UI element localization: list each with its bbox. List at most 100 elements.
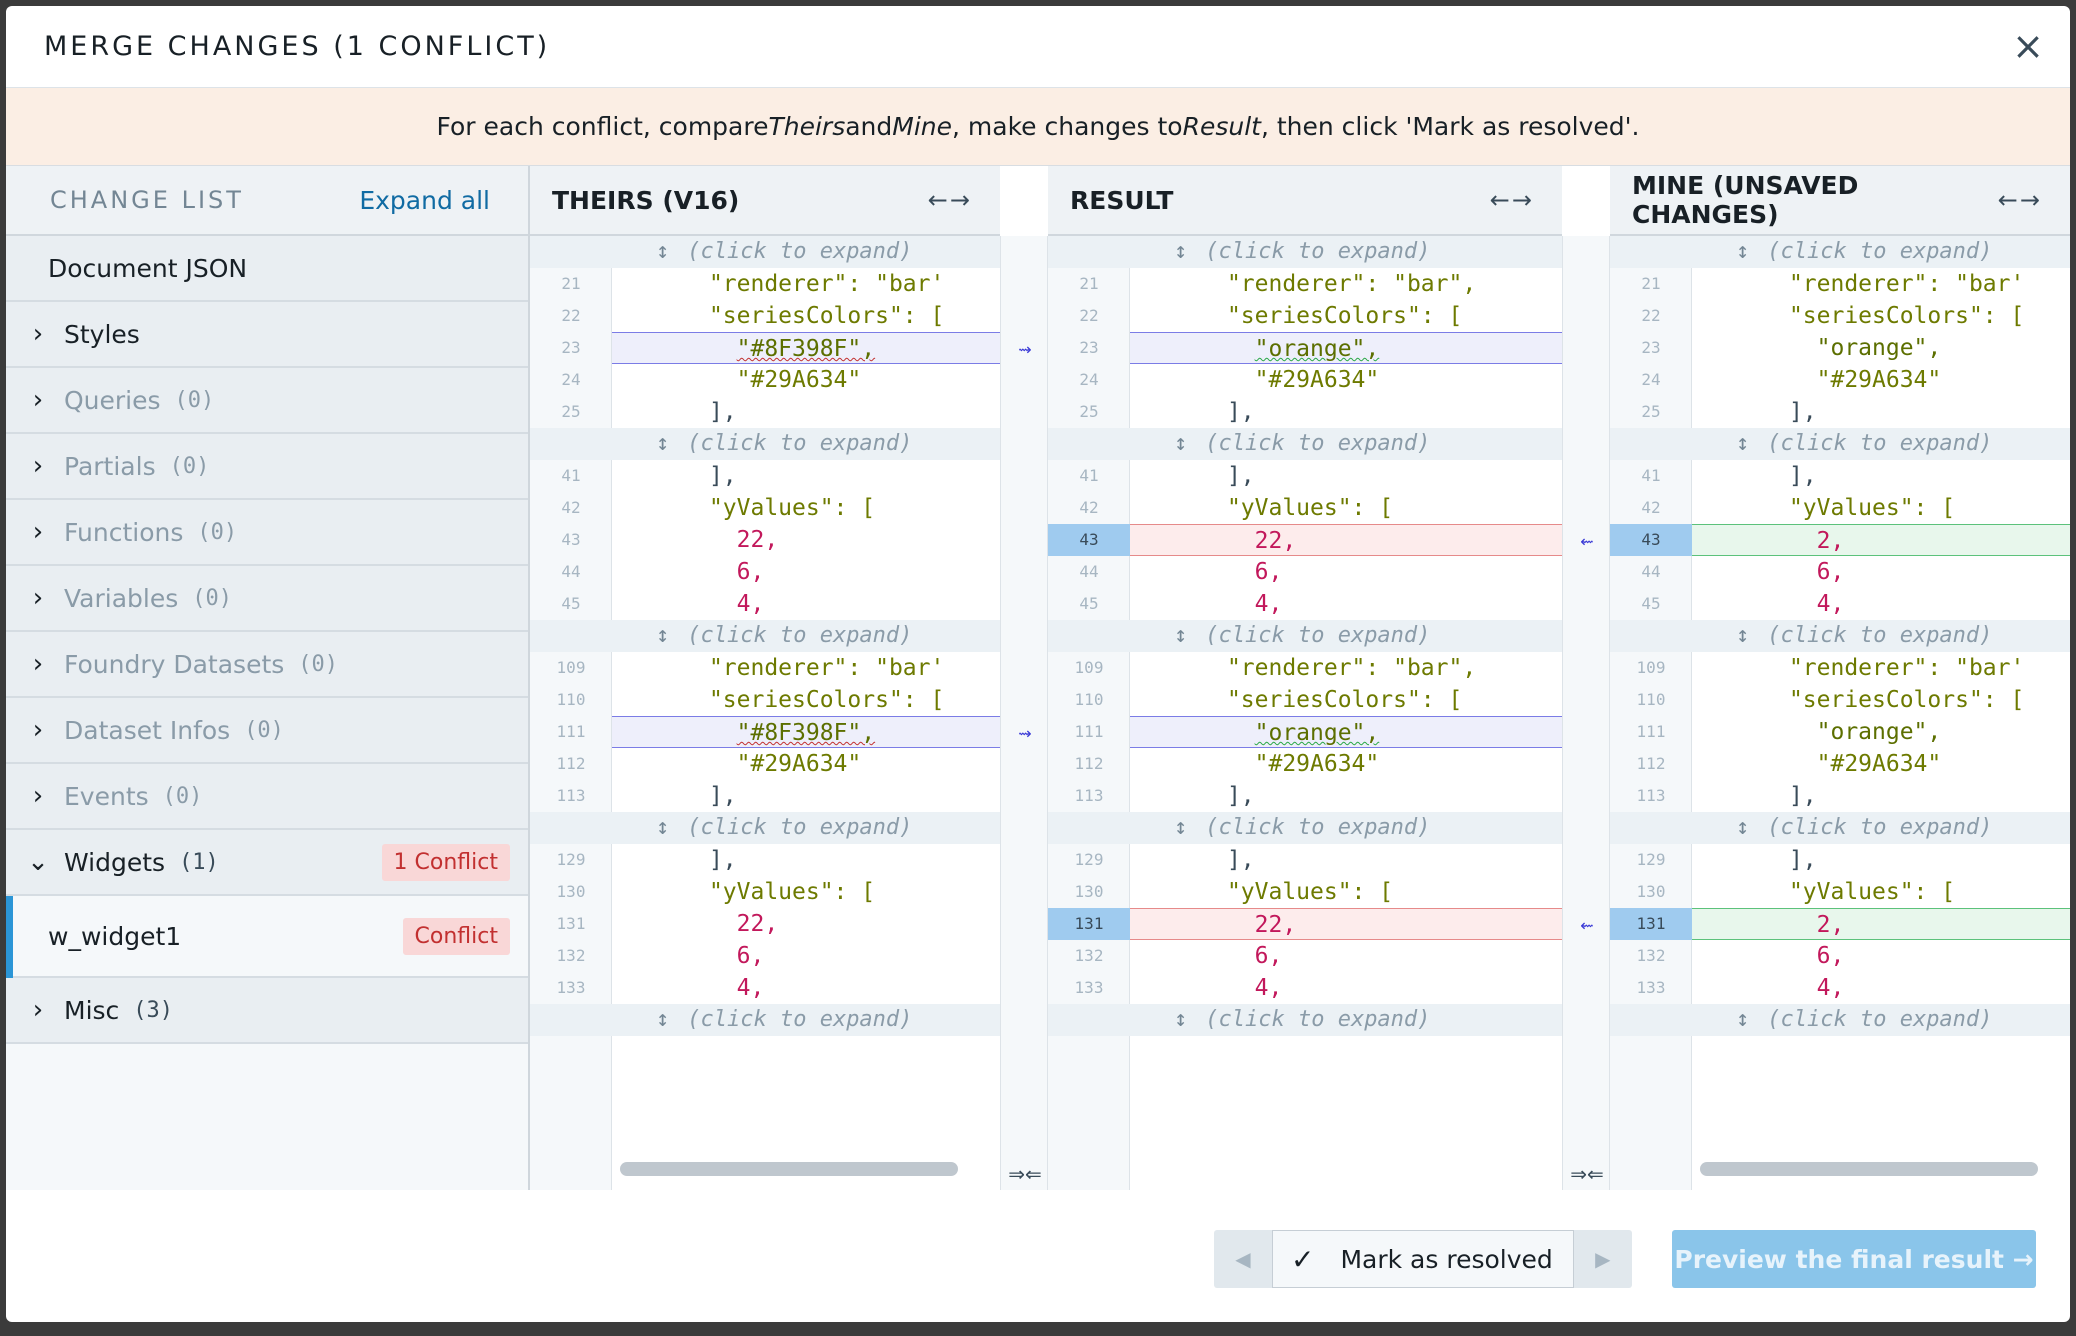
- sidebar-item-dataset-infos[interactable]: › Dataset Infos (0): [6, 698, 528, 764]
- line-number: 130: [1074, 882, 1104, 901]
- line-number: 42: [1641, 498, 1661, 517]
- click-to-expand-row[interactable]: ↕ (click to expand): [1130, 428, 1562, 460]
- sidebar-item-misc[interactable]: › Misc (3): [6, 978, 528, 1044]
- json-number: 2,: [1816, 912, 1845, 938]
- code-line: "renderer": "bar': [612, 268, 1000, 300]
- preview-final-result-button[interactable]: Preview the final result →: [1672, 1230, 2036, 1288]
- line-number: 129: [556, 850, 586, 869]
- change-list-title: CHANGE LIST: [50, 186, 244, 214]
- click-to-expand-row[interactable]: ↕ (click to expand): [612, 1004, 1000, 1036]
- apply-mine-icon[interactable]: ⇜: [1563, 532, 1611, 551]
- sidebar-item-label: w_widget1: [48, 921, 182, 951]
- apply-theirs-icon[interactable]: ⇝: [1001, 724, 1049, 743]
- json-bracket: ],: [1788, 463, 1817, 489]
- click-to-expand-row[interactable]: ↕ (click to expand): [1692, 1004, 2070, 1036]
- next-conflict-button[interactable]: ▶: [1574, 1230, 1632, 1288]
- code-line: "seriesColors": [: [1692, 684, 2070, 716]
- code-line: "yValues": [: [1692, 876, 2070, 908]
- chevron-right-icon: ›: [32, 781, 44, 811]
- line-number: 111: [1636, 722, 1666, 741]
- sidebar-item-count: (0): [192, 585, 232, 611]
- click-to-expand-row[interactable]: ↕ (click to expand): [612, 428, 1000, 460]
- sidebar-item-styles[interactable]: › Styles: [6, 302, 528, 368]
- theirs-scrollbar[interactable]: [620, 1162, 958, 1176]
- click-to-expand-row[interactable]: ↕ (click to expand): [1130, 1004, 1562, 1036]
- prev-conflict-button[interactable]: ◀: [1214, 1230, 1272, 1288]
- click-to-expand-row[interactable]: ↕ (click to expand): [612, 620, 1000, 652]
- expand-all-link[interactable]: Expand all: [359, 186, 490, 215]
- sidebar-item-widgets[interactable]: ⌄ Widgets (1) 1 Conflict: [6, 830, 528, 896]
- code-line: "renderer": "bar",: [1130, 652, 1562, 684]
- theirs-code[interactable]: "renderer": "bar' "seriesColors": [ "#8F…: [612, 236, 1000, 1190]
- sidebar-item-label: Partials: [64, 451, 156, 481]
- expand-gutter: [530, 236, 612, 268]
- chevron-down-icon: ⌄: [27, 847, 49, 877]
- sidebar-item-events[interactable]: › Events (0): [6, 764, 528, 830]
- mine-code[interactable]: "renderer": "bar' "seriesColors": [ "ora…: [1692, 236, 2070, 1190]
- click-to-expand-row[interactable]: ↕ (click to expand): [612, 236, 1000, 268]
- expand-arrows-icon[interactable]: ←→: [1490, 186, 1534, 214]
- theirs-pane-header: THEIRS (V16) ←→: [530, 166, 1000, 236]
- sidebar-item-label: Queries: [64, 385, 161, 415]
- line-number: 130: [1636, 882, 1666, 901]
- click-to-expand-row[interactable]: ↕ (click to expand): [1692, 236, 2070, 268]
- expand-label: (click to expand): [1205, 431, 1431, 456]
- line-number: 132: [556, 946, 586, 965]
- code-line: 4,: [612, 588, 1000, 620]
- json-renderer: "renderer": "bar': [1788, 655, 2025, 681]
- code-line: 4,: [1130, 588, 1562, 620]
- mine-scrollbar[interactable]: [1700, 1162, 2038, 1176]
- json-number: 6,: [1816, 943, 1845, 969]
- click-to-expand-row[interactable]: ↕ (click to expand): [612, 812, 1000, 844]
- line-number: 45: [1079, 594, 1099, 613]
- expand-gutter: [1610, 1004, 1692, 1036]
- sidebar-item-count: (0): [197, 519, 238, 545]
- code-line: 22,: [1130, 524, 1562, 556]
- json-color-value: "orange",: [1254, 336, 1380, 362]
- sidebar-item-label: Widgets: [64, 847, 166, 877]
- sidebar-item-functions[interactable]: › Functions (0): [6, 500, 528, 566]
- code-line: ],: [1130, 780, 1562, 812]
- merge-arrows-icon[interactable]: ⇒⇐: [1001, 1162, 1049, 1186]
- apply-mine-icon[interactable]: ⇜: [1563, 916, 1611, 935]
- click-to-expand-row[interactable]: ↕ (click to expand): [1692, 812, 2070, 844]
- click-to-expand-row[interactable]: ↕ (click to expand): [1692, 620, 2070, 652]
- json-bracket: ],: [1226, 783, 1255, 809]
- code-line: 4,: [1692, 588, 2070, 620]
- expand-arrows-icon[interactable]: ←→: [1998, 186, 2042, 214]
- click-to-expand-row[interactable]: ↕ (click to expand): [1692, 428, 2070, 460]
- sidebar-item-partials[interactable]: › Partials (0): [6, 434, 528, 500]
- sidebar-item-queries[interactable]: › Queries (0): [6, 368, 528, 434]
- click-to-expand-row[interactable]: ↕ (click to expand): [1130, 236, 1562, 268]
- click-to-expand-row[interactable]: ↕ (click to expand): [1130, 812, 1562, 844]
- code-line: "renderer": "bar': [1692, 268, 2070, 300]
- result-code[interactable]: "renderer": "bar", "seriesColors": [ "or…: [1130, 236, 1562, 1190]
- apply-theirs-icon[interactable]: ⇝: [1001, 340, 1049, 359]
- sidebar-item-document-json[interactable]: Document JSON: [6, 236, 528, 302]
- json-color-value: "#29A634": [736, 751, 862, 777]
- merge-arrows-icon[interactable]: ⇒⇐: [1563, 1162, 1611, 1186]
- code-line: 4,: [612, 972, 1000, 1004]
- close-icon[interactable]: ×: [2008, 26, 2048, 66]
- sidebar-item-variables[interactable]: › Variables (0): [6, 566, 528, 632]
- expand-arrows-icon[interactable]: ←→: [928, 186, 972, 214]
- click-to-expand-row[interactable]: ↕ (click to expand): [1130, 620, 1562, 652]
- sidebar-item-foundry-datasets[interactable]: › Foundry Datasets (0): [6, 632, 528, 698]
- line-number: 24: [561, 370, 581, 389]
- json-color-value: "#29A634": [1816, 751, 1942, 777]
- sidebar-item-w-widget1[interactable]: w_widget1 Conflict: [6, 896, 528, 978]
- mark-resolved-button[interactable]: ✓ Mark as resolved: [1272, 1230, 1574, 1288]
- line-number: 22: [1079, 306, 1099, 325]
